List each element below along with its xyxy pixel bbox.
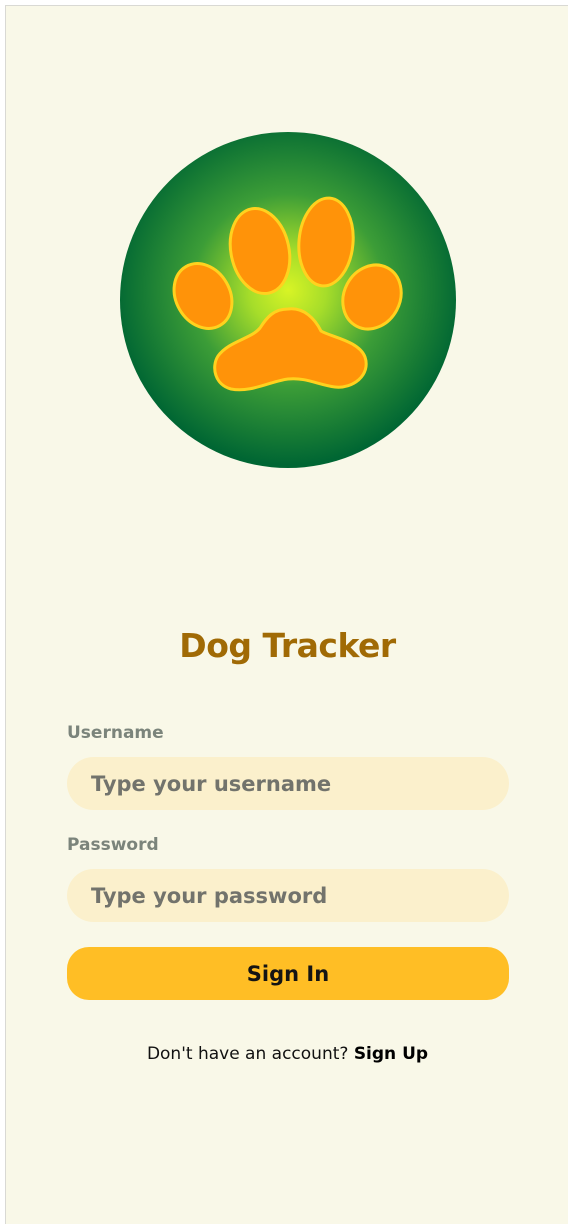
login-page: Dog Tracker Username Password Sign In Do… bbox=[5, 5, 568, 1224]
username-input[interactable] bbox=[67, 757, 509, 810]
signup-prompt-text: Don't have an account? bbox=[146, 1044, 349, 1064]
password-label: Password bbox=[67, 835, 159, 855]
signup-prompt-line: Don't have an account? Sign Up bbox=[6, 1044, 568, 1064]
app-title: Dog Tracker bbox=[179, 626, 396, 665]
username-label: Username bbox=[67, 723, 164, 743]
app-logo bbox=[119, 131, 457, 469]
sign-in-button[interactable]: Sign In bbox=[67, 947, 509, 1000]
password-input[interactable] bbox=[67, 869, 509, 922]
sign-up-link[interactable]: Sign Up bbox=[354, 1044, 428, 1064]
paw-icon bbox=[120, 132, 456, 468]
